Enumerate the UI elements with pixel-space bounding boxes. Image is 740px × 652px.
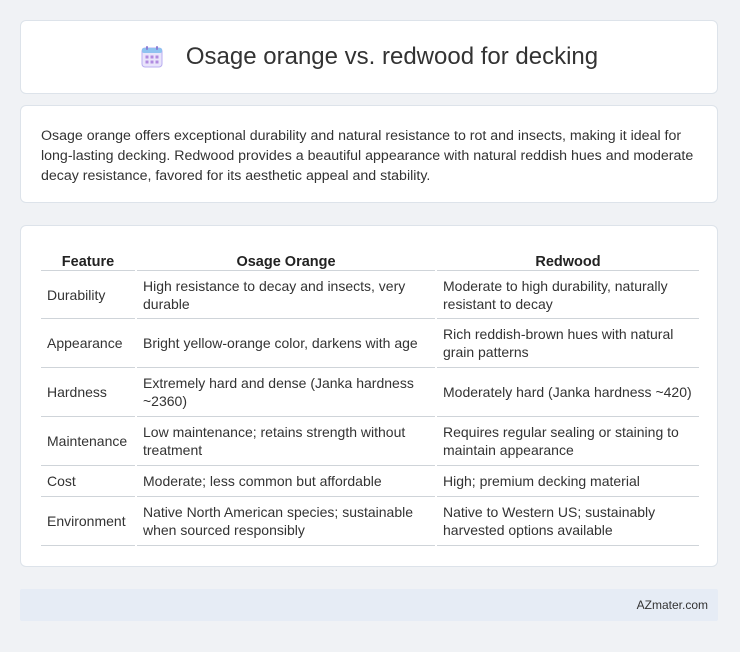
feature-cell: Cost (41, 466, 135, 497)
header-feature: Feature (41, 246, 135, 271)
osage-orange-cell: Extremely hard and dense (Janka hardness… (137, 368, 435, 417)
footer-site-link[interactable]: AZmater.com (637, 598, 708, 612)
feature-cell: Durability (41, 271, 135, 319)
footer-bar: AZmater.com (20, 589, 718, 621)
header-osage-orange: Osage Orange (137, 246, 435, 271)
osage-orange-cell: Moderate; less common but affordable (137, 466, 435, 497)
comparison-table-card: Feature Osage Orange Redwood Durability … (20, 225, 718, 567)
osage-orange-cell: High resistance to decay and insects, ve… (137, 271, 435, 319)
redwood-cell: Rich reddish-brown hues with natural gra… (437, 319, 699, 368)
redwood-cell: Native to Western US; sustainably harves… (437, 497, 699, 546)
summary-text: Osage orange offers exceptional durabili… (41, 128, 694, 184)
summary-card: Osage orange offers exceptional durabili… (20, 105, 718, 203)
title-card: Osage orange vs. redwood for decking (20, 20, 718, 94)
table-row: Cost Moderate; less common but affordabl… (41, 466, 699, 497)
calendar-icon (140, 45, 164, 69)
feature-cell: Appearance (41, 319, 135, 368)
page-title: Osage orange vs. redwood for decking (185, 43, 599, 70)
table-row: Hardness Extremely hard and dense (Janka… (41, 368, 699, 417)
redwood-cell: Moderately hard (Janka hardness ~420) (437, 368, 699, 417)
osage-orange-cell: Low maintenance; retains strength withou… (137, 417, 435, 466)
table-row: Environment Native North American specie… (41, 497, 699, 546)
table-header-row: Feature Osage Orange Redwood (41, 246, 699, 271)
table-row: Maintenance Low maintenance; retains str… (41, 417, 699, 466)
osage-orange-cell: Bright yellow-orange color, darkens with… (137, 319, 435, 368)
comparison-table: Feature Osage Orange Redwood Durability … (39, 246, 701, 546)
feature-cell: Maintenance (41, 417, 135, 466)
redwood-cell: High; premium decking material (437, 466, 699, 497)
feature-cell: Environment (41, 497, 135, 546)
table-row: Durability High resistance to decay and … (41, 271, 699, 319)
table-row: Appearance Bright yellow-orange color, d… (41, 319, 699, 368)
osage-orange-cell: Native North American species; sustainab… (137, 497, 435, 546)
feature-cell: Hardness (41, 368, 135, 417)
redwood-cell: Moderate to high durability, naturally r… (437, 271, 699, 319)
redwood-cell: Requires regular sealing or staining to … (437, 417, 699, 466)
header-redwood: Redwood (437, 246, 699, 271)
